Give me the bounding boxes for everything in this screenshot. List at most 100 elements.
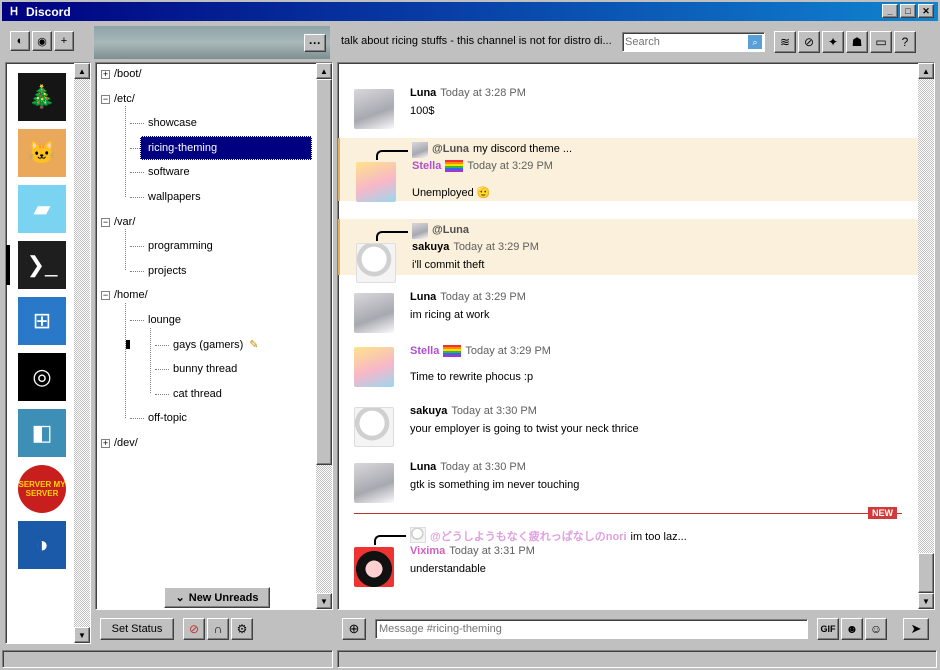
- channel-projects[interactable]: projects: [148, 262, 187, 280]
- channel-gays-gamers[interactable]: gays (gamers) ✎: [173, 336, 259, 354]
- channel-cat-thread[interactable]: cat thread: [173, 385, 222, 403]
- mute-icon[interactable]: ⊘: [798, 31, 820, 53]
- folder-dev[interactable]: /dev/: [114, 434, 138, 452]
- terminal-server-icon[interactable]: ❯_: [18, 241, 66, 289]
- folder-boot[interactable]: /boot/: [114, 65, 142, 83]
- author-name[interactable]: Stella: [410, 345, 439, 357]
- avatar[interactable]: [356, 162, 396, 202]
- scroll-thumb[interactable]: [316, 79, 332, 465]
- server-rail-scrollbar[interactable]: ▲ ▼: [74, 63, 90, 643]
- channel-off-topic[interactable]: off-topic: [148, 409, 187, 427]
- help-icon[interactable]: ?: [894, 31, 916, 53]
- threads-icon[interactable]: ≋: [774, 31, 796, 53]
- minimize-button[interactable]: _: [882, 4, 898, 18]
- author-name[interactable]: sakuya: [410, 405, 447, 417]
- reply-preview[interactable]: @どうしようもなく疲れっぱなしのnori im too laz...: [430, 528, 687, 544]
- scroll-up-arrow-icon[interactable]: ▲: [918, 63, 934, 79]
- channel-wallpapers[interactable]: wallpapers: [148, 188, 201, 206]
- author-name[interactable]: Luna: [410, 291, 436, 303]
- inbox-icon[interactable]: ▭: [870, 31, 892, 53]
- scroll-up-arrow-icon[interactable]: ▲: [74, 63, 90, 79]
- pin-icon[interactable]: ✦: [822, 31, 844, 53]
- scroll-thumb[interactable]: [918, 553, 934, 593]
- headphones-icon[interactable]: ∩: [207, 618, 229, 640]
- new-unreads-button[interactable]: ⌄ New Unreads: [164, 587, 270, 608]
- channel-programming[interactable]: programming: [148, 237, 213, 255]
- folder-expander-icon[interactable]: −: [101, 291, 110, 301]
- planet-server-icon[interactable]: ◎: [18, 353, 66, 401]
- explore-icon[interactable]: ◉: [32, 31, 52, 51]
- christmas-tree-server-icon[interactable]: 🎄: [18, 73, 66, 121]
- reply-avatar: [410, 527, 426, 543]
- message-item[interactable]: sakuya Today at 3:30 PM your employer is g…: [338, 401, 918, 455]
- message-item[interactable]: Luna Today at 3:28 PM 100$: [338, 83, 918, 135]
- search-input[interactable]: [623, 36, 743, 48]
- search-box[interactable]: ⌕: [622, 32, 765, 52]
- message-item[interactable]: Stella Today at 3:29 PM Time to rewrite ph…: [338, 341, 918, 399]
- message-item[interactable]: Luna Today at 3:29 PM im ricing at work: [338, 287, 918, 339]
- author-name[interactable]: Luna: [410, 461, 436, 473]
- folder-home[interactable]: /home/: [114, 286, 148, 304]
- scroll-down-arrow-icon[interactable]: ▼: [316, 593, 332, 609]
- channel-list-scrollbar[interactable]: ▲ ▼: [316, 63, 332, 609]
- members-icon[interactable]: ☗: [846, 31, 868, 53]
- set-status-button[interactable]: Set Status: [100, 618, 174, 640]
- settings-icon[interactable]: ⚙: [231, 618, 253, 640]
- avatar[interactable]: [356, 243, 396, 283]
- message-text: im ricing at work: [410, 309, 490, 321]
- folder-expander-icon[interactable]: −: [101, 217, 110, 227]
- sticker-icon[interactable]: ☻: [841, 618, 863, 640]
- channel-showcase[interactable]: showcase: [148, 114, 197, 132]
- maximize-button[interactable]: □: [900, 4, 916, 18]
- message-item[interactable]: Luna Today at 3:30 PM gtk is something im …: [338, 457, 918, 509]
- reply-preview[interactable]: @Luna: [432, 224, 473, 236]
- avatar[interactable]: [354, 89, 394, 129]
- close-button[interactable]: ✕: [918, 4, 934, 18]
- author-name[interactable]: Luna: [410, 87, 436, 99]
- channel-lounge[interactable]: lounge: [148, 311, 181, 329]
- message-box[interactable]: [375, 619, 808, 639]
- add-server-icon[interactable]: +: [54, 31, 74, 51]
- folder-expander-icon[interactable]: −: [101, 94, 110, 104]
- avatar[interactable]: [354, 547, 394, 587]
- message-text: i'll commit theft: [412, 259, 485, 271]
- avatar[interactable]: [354, 407, 394, 447]
- search-icon[interactable]: ⌕: [748, 35, 762, 49]
- folder-expander-icon[interactable]: +: [101, 70, 110, 79]
- emoji-icon[interactable]: ☺: [865, 618, 887, 640]
- colorful-server-icon[interactable]: ▰: [18, 185, 66, 233]
- author-name[interactable]: Vixima: [410, 545, 445, 557]
- windows-server-icon[interactable]: ⊞: [18, 297, 66, 345]
- channel-bunny-thread[interactable]: bunny thread: [173, 360, 237, 378]
- server-my-server-icon[interactable]: SERVER MY SERVER: [18, 465, 66, 513]
- scroll-down-arrow-icon[interactable]: ▼: [74, 627, 90, 643]
- scroll-down-arrow-icon[interactable]: ▼: [918, 593, 934, 609]
- timestamp: Today at 3:30 PM: [451, 405, 537, 417]
- avatar[interactable]: [354, 463, 394, 503]
- message-item[interactable]: @Luna sakuya Today at 3:29 PM i'll commit t…: [338, 219, 918, 283]
- gif-button[interactable]: GIF: [817, 618, 839, 640]
- attach-plus-icon[interactable]: ⊕: [342, 618, 366, 640]
- message-scrollbar[interactable]: ▲ ▼: [918, 63, 934, 609]
- coffee-server-icon[interactable]: ◧: [18, 409, 66, 457]
- server-menu-button[interactable]: ···: [304, 34, 326, 52]
- folder-expander-icon[interactable]: +: [101, 439, 110, 448]
- steam-server-icon[interactable]: ◑: [18, 521, 66, 569]
- scroll-up-arrow-icon[interactable]: ▲: [316, 63, 332, 79]
- avatar[interactable]: [354, 347, 394, 387]
- author-name[interactable]: Stella: [412, 160, 441, 172]
- send-button[interactable]: ➤: [903, 618, 929, 640]
- folder-etc[interactable]: /etc/: [114, 90, 135, 108]
- mute-mic-icon[interactable]: ⊘: [183, 618, 205, 640]
- author-name[interactable]: sakuya: [412, 241, 449, 253]
- folder-var[interactable]: /var/: [114, 213, 135, 231]
- message-item[interactable]: @どうしようもなく疲れっぱなしのnori im too laz... Vixima T…: [338, 523, 918, 589]
- cat-server-icon[interactable]: 🐱: [18, 129, 66, 177]
- channel-software[interactable]: software: [148, 163, 190, 181]
- message-input[interactable]: [376, 623, 807, 635]
- message-item[interactable]: @Luna my discord theme ... Stella Today at …: [338, 138, 918, 202]
- discord-home-icon[interactable]: ◐: [10, 31, 30, 51]
- channel-ricing-theming[interactable]: ricing-theming: [140, 135, 312, 160]
- avatar[interactable]: [354, 293, 394, 333]
- reply-preview[interactable]: @Luna my discord theme ...: [432, 143, 572, 155]
